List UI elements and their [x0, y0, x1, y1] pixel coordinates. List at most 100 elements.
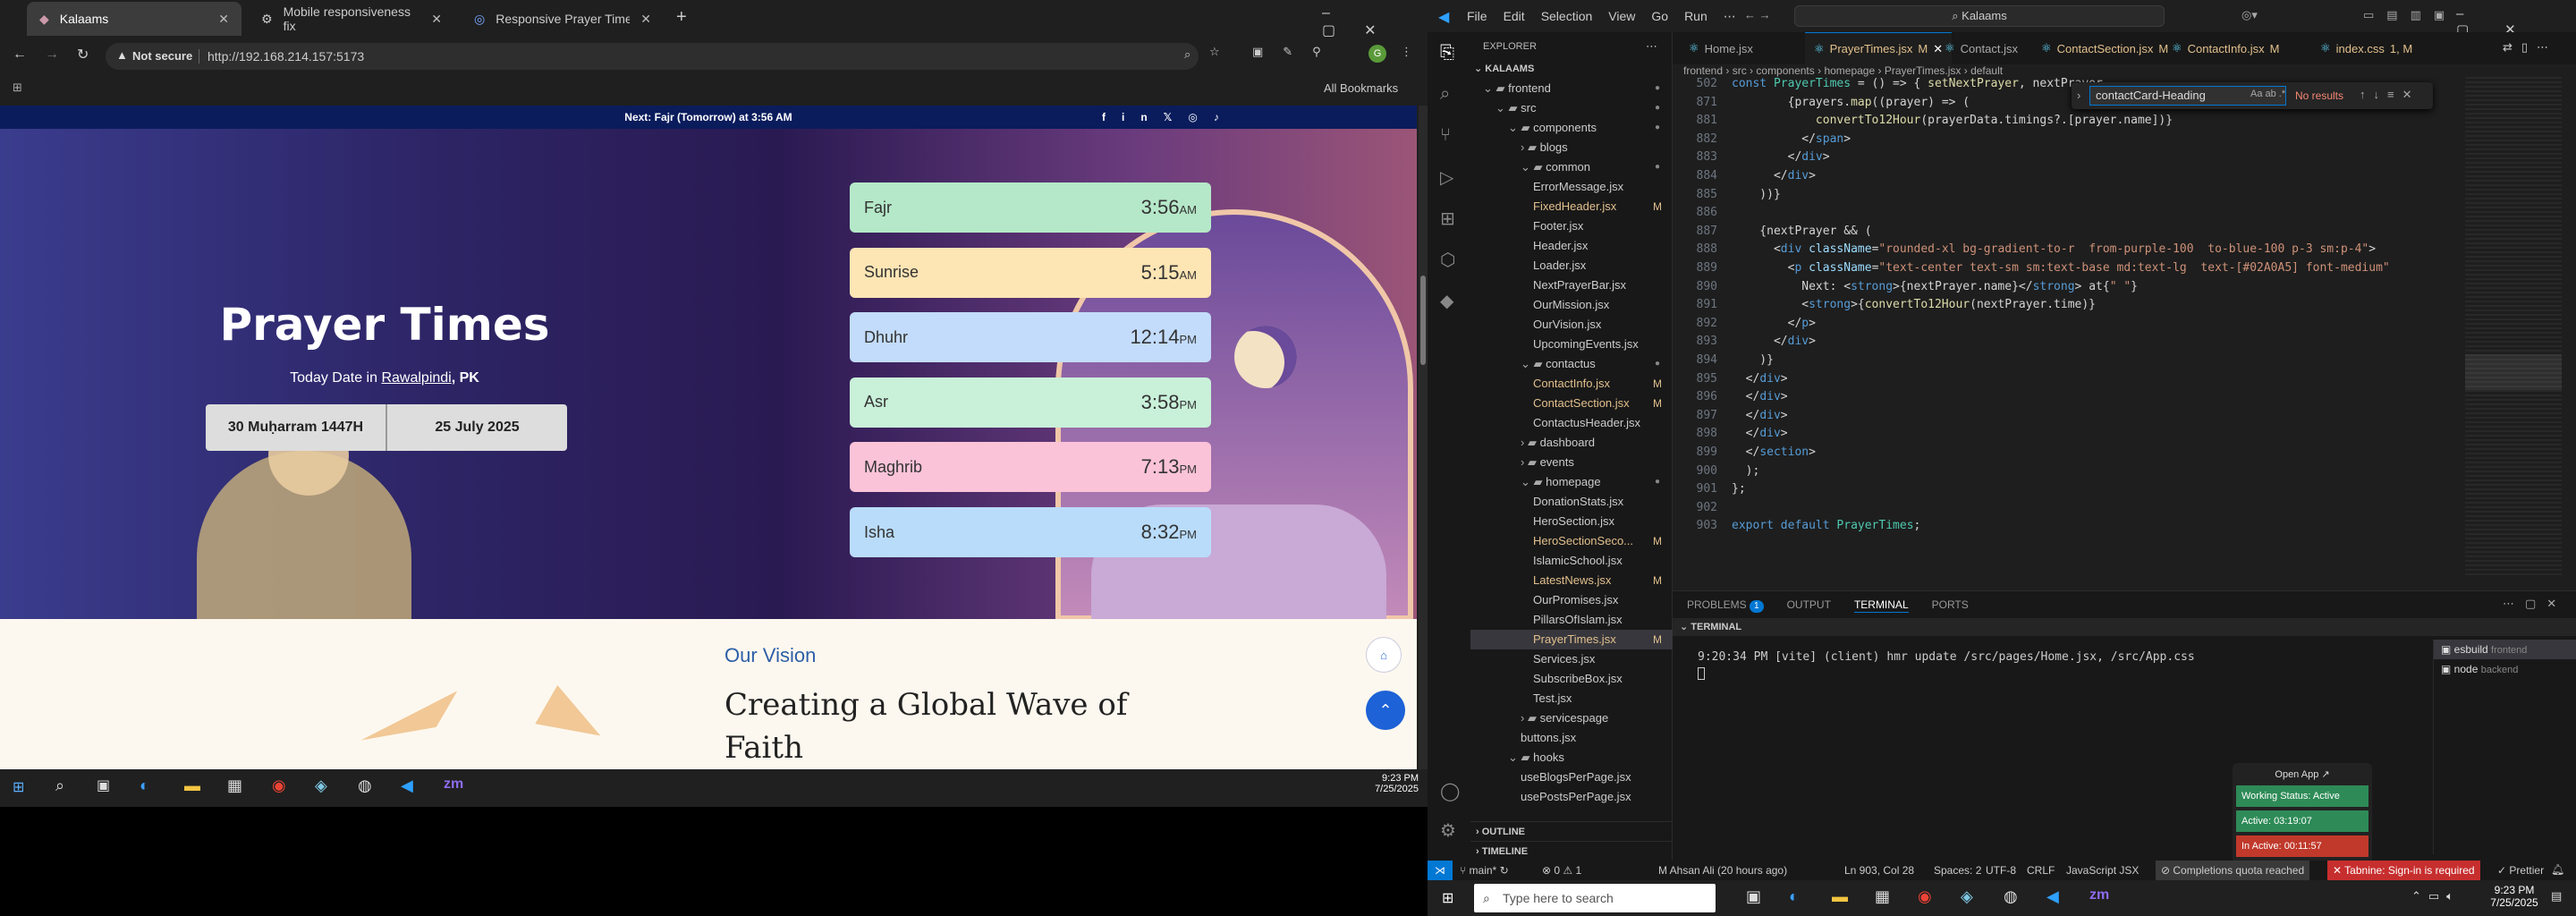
tree-item[interactable]: PrayerTimes.jsx M [1470, 630, 1673, 649]
tab-kalaams[interactable]: ◆ Kalaams ✕ [27, 2, 242, 36]
tab-prayer-times[interactable]: ◎ Responsive Prayer Times Comp ✕ [462, 2, 664, 36]
tab-output[interactable]: OUTPUT [1787, 598, 1831, 613]
language-mode[interactable]: JavaScript JSX [2066, 864, 2139, 877]
explorer-icon[interactable]: ⎘ [1440, 43, 1454, 64]
menu-icon[interactable]: ⋮ [1401, 45, 1412, 59]
start-icon[interactable]: ⊞ [1442, 889, 1453, 907]
copilot-icon[interactable]: ◎▾ [2241, 8, 2258, 22]
open-app-link[interactable]: Open App ↗ [2233, 768, 2372, 780]
layout-icons[interactable]: ▭▤▥▣ [2363, 8, 2457, 22]
new-tab-button[interactable]: + [676, 7, 687, 28]
tree-item[interactable]: ContactInfo.jsx M [1470, 374, 1673, 394]
find-options[interactable]: Aa ab .* [2250, 89, 2285, 99]
tree-item[interactable]: › ▰ events [1470, 453, 1673, 472]
tab-mobile-fix[interactable]: ⚙ Mobile responsiveness fix ✕ [249, 2, 454, 36]
tree-item[interactable]: ContactusHeader.jsx [1470, 413, 1673, 433]
app-zm-icon[interactable]: zm [444, 776, 463, 793]
tree-item[interactable]: ⌄ ▰ homepage ● [1470, 472, 1673, 492]
tabnine-status[interactable]: ✕ Tabnine: Sign-in is required [2327, 861, 2480, 880]
timeline-section[interactable]: › TIMELINE [1470, 841, 1673, 861]
editor-tab[interactable]: ⚛ PrayerTimes.jsx M ✕ [1805, 32, 1953, 64]
line-ending[interactable]: CRLF [2027, 864, 2055, 877]
close-tab-icon[interactable]: ✕ [431, 12, 442, 27]
git-blame[interactable]: M Ahsan Ali (20 hours ago) [1658, 864, 1787, 877]
bookmark-star-icon[interactable]: ☆ [1209, 45, 1220, 59]
tree-item[interactable]: ⌄ ▰ src ● [1470, 98, 1673, 118]
prettier-status[interactable]: ✓ Prettier [2497, 864, 2544, 877]
editor-tab[interactable]: ⚛ ContactInfo.jsx M [2163, 32, 2289, 64]
tree-item[interactable]: HeroSection.jsx [1470, 512, 1673, 531]
tree-item[interactable]: UpcomingEvents.jsx [1470, 335, 1673, 354]
problems-indicator[interactable]: ⊗ 0 ⚠ 1 [1542, 864, 1581, 877]
remote-indicator[interactable]: ⋊ [1428, 861, 1453, 880]
close-tab-icon[interactable]: ✕ [218, 12, 229, 27]
back-icon[interactable]: ← [13, 47, 27, 63]
search-icon[interactable]: ⌕ [1184, 47, 1191, 62]
code-editor[interactable]: 502 const PrayerTimes = () => { setNextPr… [1673, 77, 2576, 587]
extensions-icon[interactable]: ⊞ [1440, 208, 1455, 230]
menu-go[interactable]: Go [1651, 9, 1668, 24]
store-icon[interactable]: ▦ [227, 776, 242, 795]
branch[interactable]: ⑂ main* ↻ [1460, 864, 1509, 877]
tab-problems[interactable]: PROBLEMS 1 [1687, 598, 1764, 613]
system-tray-icons[interactable]: ⌃▭🔈︎ [2411, 889, 2461, 903]
editor-tab[interactable]: ⚛ ContactSection.jsx M [2032, 32, 2177, 64]
tab-ports[interactable]: PORTS [1932, 598, 1969, 613]
all-bookmarks[interactable]: All Bookmarks [1324, 81, 1398, 95]
chat-icon[interactable]: ⌂ [1366, 637, 1402, 673]
github-icon[interactable]: ◍ [358, 776, 372, 795]
editor-tab[interactable]: ⚛ Contact.jsx [1936, 32, 2027, 64]
nav-arrows[interactable]: ← → [1744, 8, 1771, 21]
menu-more[interactable]: ⋯ [1724, 9, 1736, 24]
settings-gear-icon[interactable]: ⚙ [1440, 819, 1456, 842]
tree-item[interactable]: › ▰ servicespage [1470, 708, 1673, 728]
notifications-icon[interactable]: 🔔︎ [2551, 863, 2564, 876]
tree-item[interactable]: ⌄ ▰ frontend ● [1470, 79, 1673, 98]
window-controls[interactable]: –▢✕ [1322, 5, 1428, 39]
tree-item[interactable]: Footer.jsx [1470, 216, 1673, 236]
remote-icon[interactable]: ⬡ [1440, 249, 1455, 271]
tree-item[interactable]: OurMission.jsx [1470, 295, 1673, 315]
find-nav-icons[interactable]: ↑↓≡✕ [2360, 88, 2419, 102]
menu-edit[interactable]: Edit [1504, 9, 1525, 24]
address-bar[interactable]: ▲ Not secure http://192.168.214.157:5173… [106, 43, 1199, 70]
terminal-esbuild[interactable]: ▣ esbuild frontend [2434, 640, 2576, 659]
terminal-node[interactable]: ▣ node backend [2434, 659, 2576, 679]
more-icon[interactable]: ⋯ [1646, 39, 1657, 54]
tree-item[interactable]: ⌄ ▰ components ● [1470, 118, 1673, 138]
edge-icon[interactable]: ◐ [1789, 887, 1799, 906]
tree-item[interactable]: ⌄ ▰ common ● [1470, 157, 1673, 177]
editor-tab[interactable]: ⚛ Home.jsx [1680, 32, 1762, 64]
chrome-icon[interactable]: ◉ [1918, 887, 1932, 906]
tree-item[interactable]: ContactSection.jsx M [1470, 394, 1673, 413]
tree-item[interactable]: SubscribeBox.jsx [1470, 669, 1673, 689]
search-icon[interactable]: ⌕ [1440, 84, 1450, 105]
outline-section[interactable]: › OUTLINE [1470, 821, 1673, 841]
reload-icon[interactable]: ↻ [77, 46, 89, 64]
tree-item[interactable]: NextPrayerBar.jsx [1470, 276, 1673, 295]
minimap[interactable] [2465, 77, 2563, 578]
search-icon[interactable]: ⌕ [55, 776, 64, 795]
tree-item[interactable]: ErrorMessage.jsx [1470, 177, 1673, 197]
account-icon[interactable]: ◯ [1440, 780, 1460, 802]
tree-item[interactable]: FixedHeader.jsx M [1470, 197, 1673, 216]
tree-item[interactable]: LatestNews.jsx M [1470, 571, 1673, 590]
menu-view[interactable]: View [1608, 9, 1635, 24]
menu-selection[interactable]: Selection [1541, 9, 1593, 24]
github-icon[interactable]: ◍ [2004, 887, 2018, 906]
task-view-icon[interactable]: ▣ [1746, 887, 1761, 906]
profile-avatar[interactable]: G [1368, 45, 1386, 63]
tree-item[interactable]: › ▰ dashboard [1470, 433, 1673, 453]
tree-item[interactable]: Test.jsx [1470, 689, 1673, 708]
url-text[interactable]: http://192.168.214.157:5173 [208, 49, 364, 64]
tree-item[interactable]: PillarsOfIslam.jsx [1470, 610, 1673, 630]
app-zm-icon[interactable]: zm [2089, 887, 2109, 903]
start-icon[interactable]: ⊞ [13, 778, 24, 796]
tree-item[interactable]: OurPromises.jsx [1470, 590, 1673, 610]
menu-run[interactable]: Run [1684, 9, 1707, 24]
tree-item[interactable]: OurVision.jsx [1470, 315, 1673, 335]
terminal-output[interactable]: 9:20:34 PM [vite] (client) hmr update /s… [1698, 650, 2195, 680]
not-secure-label[interactable]: Not secure [132, 49, 192, 63]
tree-item[interactable]: Loader.jsx [1470, 256, 1673, 276]
tree-item[interactable]: ⌄ ▰ contactus ● [1470, 354, 1673, 374]
